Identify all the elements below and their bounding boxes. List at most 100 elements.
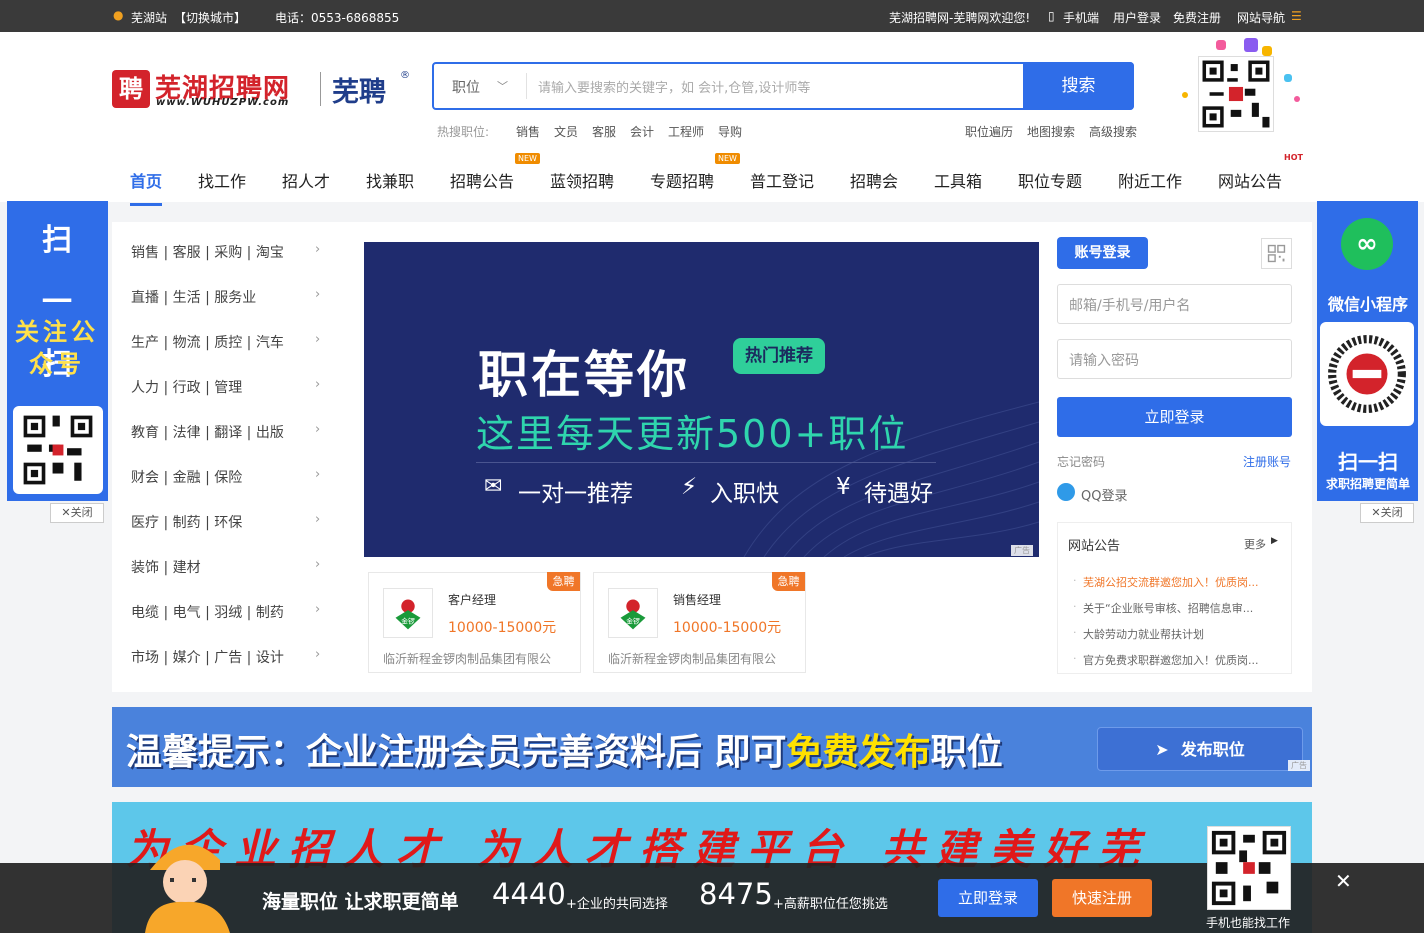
side-left-close-button[interactable]: ✕关闭 bbox=[50, 503, 104, 523]
switch-city-link[interactable]: 【切换城市】 bbox=[174, 9, 246, 26]
nav-worker-register[interactable]: 普工登记 bbox=[750, 168, 814, 192]
nav-nearby-jobs[interactable]: 附近工作 bbox=[1118, 168, 1182, 192]
search-type-select[interactable]: 职位 bbox=[452, 77, 480, 97]
hot-term[interactable]: 会计 bbox=[630, 123, 654, 140]
category-item[interactable]: 生产 | 物流 | 质控 | 汽车 bbox=[131, 332, 284, 352]
banner-title: 职在等你 bbox=[478, 346, 690, 404]
account-login-tab[interactable]: 账号登录 bbox=[1057, 237, 1148, 269]
job-salary: 10000-15000元 bbox=[448, 620, 557, 636]
nav-blue-collar[interactable]: 蓝领招聘 bbox=[550, 168, 614, 192]
site-nav-link[interactable]: 网站导航 bbox=[1237, 9, 1285, 26]
lightning-icon: ⚡ bbox=[681, 474, 698, 500]
bottom-register-button[interactable]: 快速注册 bbox=[1052, 879, 1152, 917]
logo-short-name: 芜聘 bbox=[332, 77, 386, 108]
side-right-qr bbox=[1320, 322, 1414, 426]
hot-term[interactable]: 文员 bbox=[554, 123, 578, 140]
hot-term[interactable]: 销售 bbox=[516, 123, 540, 140]
hot-term[interactable]: 客服 bbox=[592, 123, 616, 140]
chevron-right-icon: › bbox=[315, 647, 321, 662]
logo-url: www.WUHUZPW.com bbox=[156, 97, 290, 108]
nav-part-time[interactable]: 找兼职 bbox=[366, 168, 414, 192]
new-badge: NEW bbox=[715, 153, 740, 164]
side-right-scan: 扫一扫 bbox=[1338, 450, 1398, 474]
companies-count: 4440 bbox=[492, 877, 566, 911]
job-company[interactable]: 临沂新程金锣肉制品集团有限公 bbox=[608, 650, 776, 667]
hero-banner[interactable] bbox=[364, 242, 1039, 557]
registered-icon: ® bbox=[400, 70, 410, 81]
login-button[interactable]: 立即登录 bbox=[1057, 397, 1292, 437]
notice-more-link[interactable]: 更多 bbox=[1244, 536, 1266, 552]
search-input[interactable]: 请输入要搜索的关键字，如 会计,仓管,设计师等 bbox=[538, 77, 810, 96]
nav-home[interactable]: 首页 bbox=[130, 168, 162, 192]
banner-feature: 入职快 bbox=[710, 481, 779, 507]
notice-item[interactable]: 芜湖公招交流群邀您加入！优质岗... bbox=[1083, 574, 1259, 590]
confetti-decoration bbox=[1244, 38, 1258, 52]
nav-special-recruit[interactable]: 专题招聘 bbox=[650, 168, 714, 192]
urgent-badge: 急聘 bbox=[547, 572, 580, 591]
nav-toolbox[interactable]: 工具箱 bbox=[934, 168, 982, 192]
hot-term[interactable]: 导购 bbox=[718, 123, 742, 140]
password-placeholder: 请输入密码 bbox=[1069, 353, 1139, 369]
nav-job-fair[interactable]: 招聘会 bbox=[850, 168, 898, 192]
forgot-password-link[interactable]: 忘记密码 bbox=[1057, 453, 1105, 470]
nav-hire-talent[interactable]: 招人才 bbox=[282, 168, 330, 192]
user-login-link[interactable]: 用户登录 bbox=[1113, 9, 1161, 26]
location-icon: ● bbox=[113, 8, 124, 22]
category-item[interactable]: 医疗 | 制药 | 环保 bbox=[131, 512, 242, 532]
nav-recruit-notice[interactable]: 招聘公告 bbox=[450, 168, 514, 192]
mobile-link[interactable]: 手机端 bbox=[1063, 9, 1099, 26]
bullet-icon: · bbox=[1073, 600, 1077, 613]
welcome-text: 芜湖招聘网-芜聘网欢迎您! bbox=[889, 11, 1031, 25]
notice-item[interactable]: 关于“企业账号审核、招聘信息审... bbox=[1083, 600, 1253, 616]
category-item[interactable]: 直播 | 生活 | 服务业 bbox=[131, 287, 256, 307]
advanced-search-link[interactable]: 高级搜索 bbox=[1089, 123, 1137, 140]
nav-job-topics[interactable]: 职位专题 bbox=[1018, 168, 1082, 192]
chevron-right-icon: › bbox=[315, 557, 321, 572]
logo-divider bbox=[320, 72, 321, 106]
nav-active-underline bbox=[130, 203, 162, 206]
close-icon[interactable]: ✕ bbox=[1335, 869, 1352, 893]
post-job-button[interactable]: ➤ 发布职位 bbox=[1097, 727, 1303, 771]
hot-term[interactable]: 工程师 bbox=[668, 123, 704, 140]
confetti-decoration bbox=[1284, 74, 1292, 82]
nav-find-job[interactable]: 找工作 bbox=[198, 168, 246, 192]
job-salary: 10000-15000元 bbox=[673, 620, 782, 636]
free-register-link[interactable]: 免费注册 bbox=[1173, 9, 1221, 26]
city-label: 芜湖站 bbox=[131, 11, 168, 25]
banner-feature: 待遇好 bbox=[864, 481, 933, 507]
notice-item[interactable]: 大龄劳动力就业帮扶计划 bbox=[1083, 626, 1204, 642]
search-divider bbox=[526, 73, 527, 99]
search-button[interactable]: 搜索 bbox=[1023, 62, 1134, 110]
side-right-close-button[interactable]: ✕关闭 bbox=[1360, 503, 1414, 523]
mini-program-icon: ∞ bbox=[1341, 218, 1393, 270]
qq-icon bbox=[1057, 483, 1075, 501]
qr-login-icon[interactable] bbox=[1261, 238, 1292, 269]
job-traverse-link[interactable]: 职位遍历 bbox=[965, 123, 1013, 140]
job-title[interactable]: 销售经理 bbox=[673, 591, 721, 608]
company-logo: 金锣 bbox=[383, 588, 433, 638]
category-item[interactable]: 人力 | 行政 | 管理 bbox=[131, 377, 242, 397]
side-right-caption: 求职招聘更简单 bbox=[1325, 477, 1410, 491]
menu-icon[interactable]: ☰ bbox=[1291, 9, 1302, 23]
nav-site-notice[interactable]: 网站公告 bbox=[1218, 168, 1282, 192]
category-item[interactable]: 装饰 | 建材 bbox=[131, 557, 201, 577]
qq-login-link[interactable]: QQ登录 bbox=[1081, 485, 1127, 504]
side-right-title: 微信小程序 bbox=[1327, 295, 1408, 314]
job-company[interactable]: 临沂新程金锣肉制品集团有限公 bbox=[383, 650, 551, 667]
category-item[interactable]: 市场 | 媒介 | 广告 | 设计 bbox=[131, 647, 284, 667]
tip-highlight: 免费发布 bbox=[786, 732, 931, 773]
notice-item[interactable]: 官方免费求职群邀您加入！优质岗... bbox=[1083, 652, 1259, 668]
category-item[interactable]: 财会 | 金融 | 保险 bbox=[131, 467, 242, 487]
chevron-down-icon[interactable]: ﹀ bbox=[497, 78, 508, 94]
category-item[interactable]: 教育 | 法律 | 翻译 | 出版 bbox=[131, 422, 284, 442]
register-link[interactable]: 注册账号 bbox=[1243, 453, 1291, 470]
mobile-icon: ▯ bbox=[1048, 9, 1055, 23]
bottom-login-button[interactable]: 立即登录 bbox=[938, 879, 1038, 917]
logo-mark[interactable]: 聘 bbox=[112, 70, 150, 108]
tip-text: 温馨提示：企业注册会员完善资料后 即可免费发布职位 bbox=[126, 732, 1003, 773]
job-title[interactable]: 客户经理 bbox=[448, 591, 496, 608]
category-item[interactable]: 销售 | 客服 | 采购 | 淘宝 bbox=[131, 242, 284, 262]
category-item[interactable]: 电缆 | 电气 | 羽绒 | 制药 bbox=[131, 602, 284, 622]
map-search-link[interactable]: 地图搜索 bbox=[1027, 123, 1075, 140]
confetti-decoration bbox=[1216, 40, 1226, 50]
